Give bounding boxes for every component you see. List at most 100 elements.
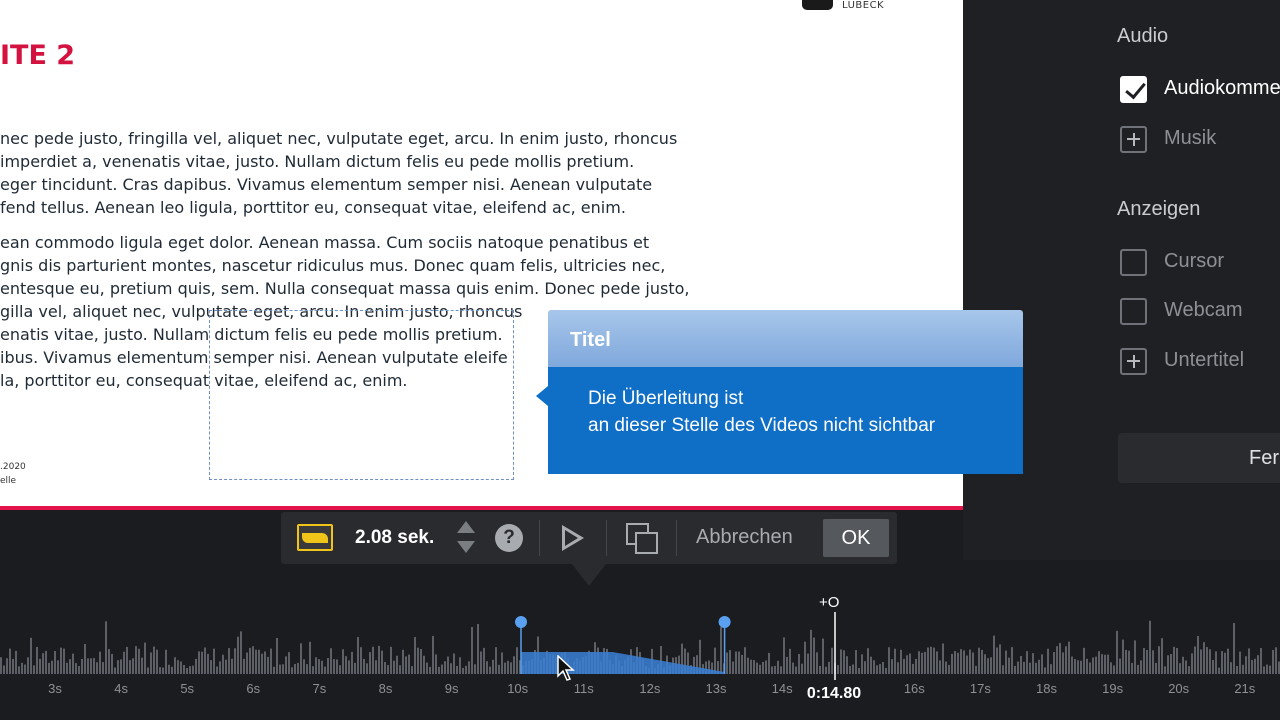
waveform-bar xyxy=(936,651,938,674)
playhead-marker-label[interactable]: +O xyxy=(819,594,839,611)
ok-button[interactable]: OK xyxy=(823,519,889,557)
waveform-bar xyxy=(999,644,1001,674)
waveform-bar xyxy=(948,664,950,674)
waveform-bar xyxy=(1161,638,1163,674)
tooltip-text-line-2: an dieser Stelle des Videos nicht sichtb… xyxy=(588,415,936,436)
waveform-bar xyxy=(162,667,164,674)
waveform-bar xyxy=(933,647,935,674)
help-icon[interactable]: ? xyxy=(495,524,523,552)
waveform-bar xyxy=(168,664,170,674)
waveform-bar xyxy=(486,661,488,674)
add-music-icon[interactable] xyxy=(1120,126,1147,153)
toolbar-pointer xyxy=(572,564,606,586)
waveform-bar xyxy=(474,664,476,674)
audio-waveform[interactable] xyxy=(0,590,1280,680)
waveform-bar xyxy=(150,652,152,674)
slide-footer-source: elle xyxy=(0,476,17,486)
timeline-tick-label: 12s xyxy=(639,681,661,696)
waveform-bar xyxy=(873,660,875,674)
waveform-bar xyxy=(507,660,509,674)
waveform-bar xyxy=(210,660,212,674)
waveform-bar xyxy=(357,637,359,674)
waveform-bar xyxy=(87,658,89,674)
waveform-bar xyxy=(1032,653,1034,674)
waveform-bar xyxy=(180,661,182,674)
paragraph-line: gnis dis parturient montes, nascetur rid… xyxy=(0,256,666,275)
editor-root: ITE 2 LÜBECK nec pede justo, fringilla v… xyxy=(0,0,1280,720)
waveform-bar xyxy=(69,659,71,674)
waveform-bar xyxy=(312,666,314,674)
waveform-bar xyxy=(957,652,959,674)
waveform-bar xyxy=(216,666,218,674)
waveform-bar xyxy=(930,646,932,674)
waveform-bar xyxy=(330,648,332,674)
waveform-bar xyxy=(1224,652,1226,674)
waveform-bar xyxy=(1023,661,1025,674)
webcam-checkbox[interactable] xyxy=(1120,298,1147,325)
duration-stepper-icon[interactable] xyxy=(457,521,475,555)
waveform-bar xyxy=(1047,648,1049,674)
waveform-bar xyxy=(846,656,848,674)
waveform-bar xyxy=(258,649,260,674)
waveform-bar xyxy=(57,660,59,674)
timeline[interactable]: 3s 4s 5s 6s 7s 8s 9s 10s 11s 12s 13s 14s 16s 17s 18s 19… xyxy=(0,590,1280,720)
waveform-bar xyxy=(1158,646,1160,674)
waveform-bar xyxy=(360,647,362,674)
tooltip-body: Die Überleitung ist an dieser Stelle des… xyxy=(548,367,1023,474)
timeline-tick-label: 9s xyxy=(444,681,459,696)
waveform-bar xyxy=(813,637,815,674)
waveform-bar xyxy=(1242,664,1244,674)
waveform-bar xyxy=(273,666,275,674)
waveform-bar xyxy=(75,663,77,674)
waveform-bar xyxy=(1272,649,1274,674)
add-subtitles-icon[interactable] xyxy=(1120,348,1147,375)
transition-type-icon[interactable] xyxy=(297,524,333,551)
waveform-bar xyxy=(63,648,65,674)
waveform-bar xyxy=(1104,654,1106,674)
waveform-bar xyxy=(912,663,914,674)
waveform-bar xyxy=(1209,649,1211,674)
waveform-bar xyxy=(201,651,203,674)
waveform-bar xyxy=(867,648,869,674)
waveform-bar xyxy=(153,646,155,674)
waveform-bar xyxy=(978,647,980,674)
waveform-bar xyxy=(399,665,401,674)
timeline-tick-label: 18s xyxy=(1036,681,1057,696)
waveform-bar xyxy=(405,656,407,674)
waveform-bar xyxy=(339,665,341,674)
cursor-checkbox[interactable] xyxy=(1120,249,1147,276)
audio-commentary-checkbox[interactable] xyxy=(1120,76,1147,103)
waveform-bar xyxy=(24,664,26,674)
finish-button[interactable]: Fer xyxy=(1118,433,1280,483)
waveform-bar xyxy=(387,665,389,674)
toolbar-divider xyxy=(539,520,540,556)
placeholder-frame[interactable] xyxy=(209,310,514,480)
waveform-bar xyxy=(318,659,320,674)
waveform-bar xyxy=(1176,648,1178,674)
cancel-button[interactable]: Abbrechen xyxy=(696,526,793,549)
waveform-bar xyxy=(1263,666,1265,674)
timeline-tick-label: 14s xyxy=(771,681,793,696)
timeline-tick-label: 7s xyxy=(312,681,327,696)
waveform-bar xyxy=(246,652,248,674)
waveform-bar xyxy=(1083,647,1085,674)
waveform-bar xyxy=(1080,660,1082,674)
timeline-tick-label: 17s xyxy=(969,681,991,696)
waveform-bar xyxy=(726,652,728,674)
waveform-bar xyxy=(1167,655,1169,674)
tooltip-pointer xyxy=(536,386,548,406)
timeline-tick-label: 8s xyxy=(378,681,393,696)
waveform-bar xyxy=(885,667,887,674)
waveform-bar xyxy=(1203,642,1205,674)
waveform-bar xyxy=(432,635,434,674)
copy-transition-icon[interactable] xyxy=(626,523,658,554)
waveform-bar xyxy=(420,648,422,674)
waveform-bar xyxy=(252,646,254,674)
waveform-bar xyxy=(780,666,782,674)
toolbar-divider xyxy=(606,520,607,556)
waveform-bar xyxy=(945,661,947,674)
waveform-bar xyxy=(456,665,458,674)
waveform-bar xyxy=(963,650,965,674)
transition-duration-value[interactable]: 2.08 sek. xyxy=(355,527,434,549)
waveform-bar xyxy=(231,658,233,674)
